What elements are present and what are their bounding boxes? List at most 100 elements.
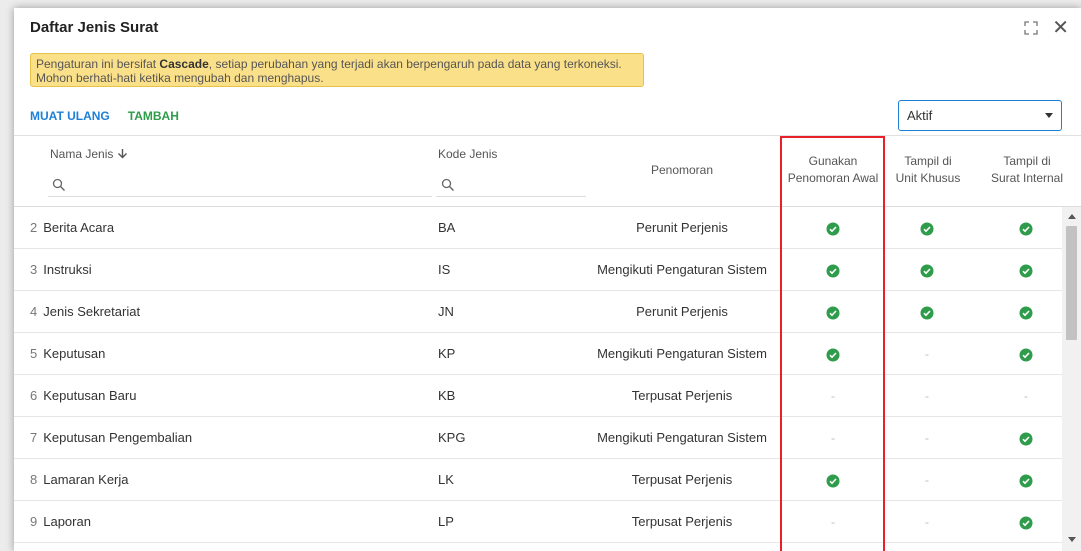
cell-unit-special: -: [887, 375, 967, 416]
check-circle-icon: [826, 348, 840, 362]
cell-initial-numbering: -: [793, 375, 873, 416]
cell-numbering: Mengikuti Pengaturan Sistem: [597, 262, 767, 277]
cell-name: 9 Laporan: [30, 501, 91, 542]
check-circle-icon: [1019, 474, 1033, 488]
table-row[interactable]: 9 Laporan LP Terpusat Perjenis - -: [14, 501, 1062, 543]
cell-unit-special: -: [887, 417, 967, 458]
cell-internal: [986, 291, 1066, 332]
cell-unit-special: [887, 249, 967, 290]
search-icon: [441, 178, 454, 191]
check-circle-icon: [1019, 432, 1033, 446]
column-header-code[interactable]: Kode Jenis: [438, 147, 497, 161]
cell-initial-numbering: [793, 333, 873, 374]
cell-numbering: Mengikuti Pengaturan Sistem: [597, 430, 767, 445]
cascade-warning: Pengaturan ini bersifat Cascade, setiap …: [30, 53, 644, 87]
scrollbar[interactable]: [1062, 207, 1081, 551]
row-name: Lamaran Kerja: [43, 472, 129, 487]
column-header-unit[interactable]: Tampil di Unit Khusus: [888, 153, 968, 187]
table-row[interactable]: 5 Keputusan KP Mengikuti Pengaturan Sistem …: [14, 333, 1062, 375]
table-body: 2 Berita Acara BA Perunit Perjenis 3 Instruk…: [14, 207, 1062, 543]
check-circle-icon: [1019, 348, 1033, 362]
column-header-initial-line1: Gunakan: [808, 154, 858, 168]
cell-name: 8 Lamaran Kerja: [30, 459, 129, 500]
table-row[interactable]: 2 Berita Acara BA Perunit Perjenis: [14, 207, 1062, 249]
check-circle-icon: [1019, 264, 1033, 278]
row-name: Instruksi: [43, 262, 92, 277]
column-header-name-label: Nama Jenis: [50, 147, 114, 161]
cell-numbering: Mengikuti Pengaturan Sistem: [597, 346, 767, 361]
cell-code: IS: [438, 262, 451, 277]
cell-internal: -: [986, 375, 1066, 416]
cell-initial-numbering: [793, 291, 873, 332]
empty-marker: -: [925, 473, 929, 487]
dialog: Daftar Jenis Surat ✕ Pengaturan ini bers…: [14, 8, 1081, 551]
expand-icon[interactable]: [1024, 21, 1038, 35]
cell-internal: [986, 207, 1066, 248]
warning-text-line2: Mohon berhati-hati ketika mengubah dan m…: [36, 71, 324, 85]
search-input-name[interactable]: [48, 196, 432, 197]
scroll-down-icon[interactable]: [1068, 537, 1076, 542]
row-number: 9: [30, 514, 38, 529]
cell-code: JN: [438, 304, 454, 319]
scrollbar-thumb[interactable]: [1066, 226, 1077, 340]
table-row[interactable]: 8 Lamaran Kerja LK Terpusat Perjenis -: [14, 459, 1062, 501]
cell-internal: [986, 501, 1066, 542]
cell-name: 5 Keputusan: [30, 333, 105, 374]
check-circle-icon: [826, 264, 840, 278]
cell-numbering: Terpusat Perjenis: [631, 388, 733, 403]
reload-button[interactable]: MUAT ULANG: [30, 109, 110, 123]
cell-unit-special: [887, 207, 967, 248]
cell-initial-numbering: [793, 249, 873, 290]
warning-text-prefix: Pengaturan ini bersifat: [36, 57, 160, 71]
cell-unit-special: -: [887, 333, 967, 374]
empty-marker: -: [925, 515, 929, 529]
check-circle-icon: [826, 222, 840, 236]
empty-marker: -: [925, 347, 929, 361]
search-input-code[interactable]: [436, 196, 586, 197]
cell-name: 6 Keputusan Baru: [30, 375, 136, 416]
column-header-internal-line2: Surat Internal: [990, 171, 1064, 185]
scroll-up-icon[interactable]: [1068, 214, 1076, 219]
row-name: Laporan: [43, 514, 91, 529]
table-row[interactable]: 3 Instruksi IS Mengikuti Pengaturan Sistem: [14, 249, 1062, 291]
toolbar: MUAT ULANG TAMBAH: [30, 109, 179, 123]
check-circle-icon: [826, 474, 840, 488]
cell-numbering: Perunit Perjenis: [636, 304, 728, 319]
cell-internal: [986, 459, 1066, 500]
cell-internal: [986, 417, 1066, 458]
row-number: 6: [30, 388, 38, 403]
empty-marker: -: [831, 431, 835, 445]
cell-code: KPG: [438, 430, 466, 445]
column-header-unit-line2: Unit Khusus: [895, 171, 961, 185]
warning-text-bold: Cascade: [159, 57, 209, 71]
status-filter-value: Aktif: [907, 108, 933, 123]
column-header-name[interactable]: Nama Jenis: [50, 147, 128, 161]
cell-unit-special: [887, 291, 967, 332]
add-button[interactable]: TAMBAH: [128, 109, 179, 123]
dialog-title: Daftar Jenis Surat: [30, 19, 159, 36]
table-header: Nama Jenis Kode Jenis Penomoran Gunakan …: [14, 136, 1081, 208]
cell-code: KP: [438, 346, 456, 361]
column-header-internal[interactable]: Tampil di Surat Internal: [982, 153, 1072, 187]
row-name: Jenis Sekretariat: [43, 304, 141, 319]
table-row[interactable]: 6 Keputusan Baru KB Terpusat Perjenis - - -: [14, 375, 1062, 417]
check-circle-icon: [920, 222, 934, 236]
close-icon[interactable]: ✕: [1052, 18, 1069, 38]
cell-numbering: Terpusat Perjenis: [631, 514, 733, 529]
sort-down-icon[interactable]: [117, 148, 128, 159]
column-header-internal-line1: Tampil di: [1003, 154, 1051, 168]
column-header-numbering[interactable]: Penomoran: [582, 162, 782, 179]
cell-internal: [986, 333, 1066, 374]
status-filter-select[interactable]: Aktif: [898, 100, 1062, 131]
row-number: 2: [30, 220, 38, 235]
row-name: Berita Acara: [43, 220, 115, 235]
check-circle-icon: [1019, 222, 1033, 236]
cell-unit-special: -: [887, 459, 967, 500]
table-row[interactable]: 7 Keputusan Pengembalian KPG Mengikuti Peng…: [14, 417, 1062, 459]
table-row[interactable]: 4 Jenis Sekretariat JN Perunit Perjenis: [14, 291, 1062, 333]
cell-code: BA: [438, 220, 456, 235]
row-number: 5: [30, 346, 38, 361]
column-header-initial-numbering[interactable]: Gunakan Penomoran Awal: [782, 153, 884, 187]
check-circle-icon: [1019, 516, 1033, 530]
cell-code: LP: [438, 514, 454, 529]
